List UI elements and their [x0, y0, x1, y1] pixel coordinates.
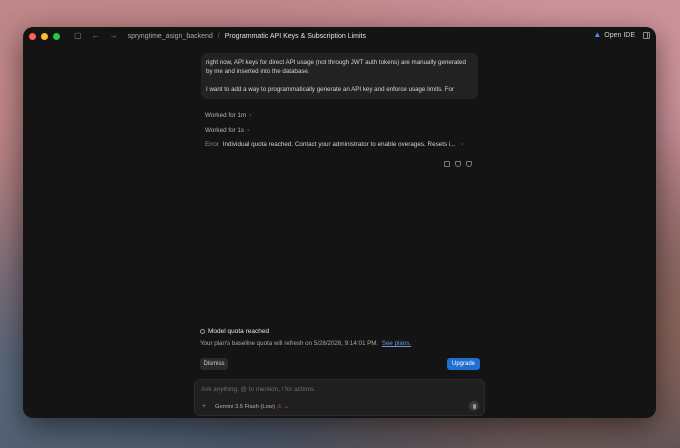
worked-step-1[interactable]: Worked for 1m › [205, 112, 251, 119]
composer: Ask anything, @ to mention, / for action… [194, 379, 485, 416]
info-circle-icon [200, 329, 205, 334]
user-message-line2: I want to add a way to programmatically … [206, 86, 454, 93]
forward-arrow-icon[interactable]: → [110, 32, 118, 40]
plus-icon[interactable]: + [202, 403, 206, 410]
error-text: Individual quota reached. Contact your a… [222, 141, 456, 148]
model-label: Gemini 3.5 Flash (Low) [215, 404, 275, 410]
back-arrow-icon[interactable]: ← [92, 32, 100, 40]
app-window: ▢ ← → spryngtime_asign_backend / Program… [23, 27, 656, 418]
quota-description: Your plan's baseline quota will refresh … [200, 340, 411, 347]
chat-input[interactable]: Ask anything, @ to mention, / for action… [201, 386, 314, 393]
upgrade-button[interactable]: Upgrade [447, 358, 480, 370]
model-selector[interactable]: Gemini 3.5 Flash (Low) ⚠ ⌄ [215, 404, 289, 410]
zoom-window-button[interactable] [53, 32, 60, 40]
chevron-right-icon: › [461, 141, 464, 148]
minimize-window-button[interactable] [41, 32, 48, 40]
thumbs-up-icon[interactable] [455, 161, 461, 167]
title-bar: ▢ ← → spryngtime_asign_backend / Program… [23, 27, 656, 45]
chevron-right-icon: › [249, 112, 252, 119]
breadcrumb-title: Programmatic API Keys & Subscription Lim… [224, 32, 366, 40]
worked-step-1-label: Worked for 1m [205, 112, 247, 119]
microphone-icon[interactable] [469, 401, 479, 411]
thumbs-down-icon[interactable] [466, 161, 472, 167]
user-message: right now, API keys for direct API usage… [201, 53, 478, 99]
open-ide-label: Open IDE [604, 31, 635, 39]
open-ide-button[interactable]: ▲ Open IDE [593, 31, 635, 39]
window-controls [29, 32, 60, 40]
error-label: Error [205, 141, 219, 148]
chevron-right-icon: › [247, 127, 250, 134]
panel-layout-icon[interactable] [643, 32, 650, 39]
quota-title: Model quota reached [200, 328, 269, 335]
breadcrumb-project[interactable]: spryngtime_asign_backend [128, 33, 213, 40]
warning-icon: ⚠ [276, 404, 282, 410]
copy-icon[interactable] [444, 161, 450, 167]
worked-step-2[interactable]: Worked for 1s › [205, 127, 249, 134]
see-plans-link[interactable]: See plans. [382, 340, 411, 347]
sidebar-icon[interactable]: ▢ [74, 32, 82, 40]
antigravity-logo-icon: ▲ [593, 30, 602, 39]
worked-step-2-label: Worked for 1s [205, 127, 245, 134]
quota-description-text: Your plan's baseline quota will refresh … [200, 340, 379, 347]
quota-title-text: Model quota reached [208, 328, 270, 335]
breadcrumb-separator: / [217, 32, 220, 40]
chevron-down-icon: ⌄ [283, 404, 289, 410]
user-message-line1: right now, API keys for direct API usage… [206, 59, 466, 75]
message-actions [444, 161, 472, 167]
error-message[interactable]: Error Individual quota reached. Contact … [205, 141, 463, 148]
close-window-button[interactable] [29, 32, 36, 40]
dismiss-button[interactable]: Dismiss [200, 358, 228, 370]
